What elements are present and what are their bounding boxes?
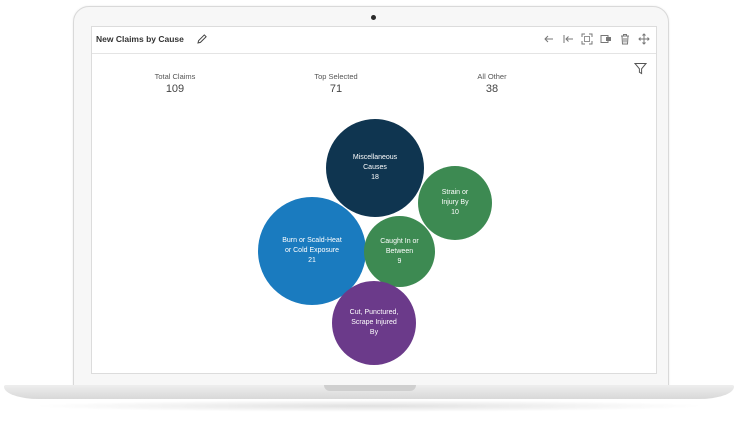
bubble-label-line: Causes [363, 164, 387, 171]
kpi-all-other: All Other 38 [447, 72, 537, 95]
move-icon[interactable] [638, 33, 650, 45]
bubble-value: 9 [397, 257, 402, 265]
bubble-label-line: Between [385, 247, 414, 255]
kpi-value: 109 [165, 83, 185, 95]
kpi-label: Total Claims [154, 72, 196, 81]
collapse-left-icon[interactable] [562, 33, 574, 45]
bubble-value: 18 [371, 174, 379, 181]
bubble-label-line: or Cold Exposure [284, 247, 340, 254]
bubble-label-line: Cut, Punctured, [349, 309, 399, 316]
laptop-notch [324, 385, 416, 391]
edit-pencil-icon[interactable] [196, 33, 208, 45]
bubble-label-line: Strain or [441, 189, 469, 196]
bubble-caught-in-or-between[interactable]: Caught In or Between 9 [364, 216, 435, 287]
expand-icon[interactable] [581, 33, 593, 45]
camera-dot [371, 15, 376, 20]
bubble-label-line: Caught In or [380, 237, 419, 245]
bubble-label-line: Scrape Injured [351, 319, 397, 326]
panel-title: New Claims by Cause [96, 34, 184, 44]
export-icon[interactable] [600, 33, 612, 45]
panel-toolbar [543, 33, 650, 47]
bubble-cut-punctured[interactable]: Cut, Punctured, Scrape Injured By [332, 281, 416, 365]
panel-header: New Claims by Cause [92, 27, 656, 54]
bubble-label-line: Burn or Scald-Heat [282, 237, 342, 244]
trash-icon[interactable] [619, 33, 631, 45]
bubble-value: 10 [451, 209, 459, 216]
bubble-value: 21 [308, 257, 316, 264]
bubble-miscellaneous-causes[interactable]: Miscellaneous Causes 18 [326, 119, 424, 217]
kpi-top-selected: Top Selected 71 [291, 72, 381, 95]
bubble-strain-or-injury-by[interactable]: Strain or Injury By 10 [418, 166, 492, 240]
kpi-value: 71 [329, 83, 343, 95]
kpi-label: Top Selected [314, 72, 358, 81]
kpi-value: 38 [485, 83, 499, 95]
kpi-total-claims: Total Claims 109 [130, 72, 220, 95]
bubble-label-line: Miscellaneous [352, 154, 398, 161]
kpi-label: All Other [477, 72, 507, 81]
bubble-label-line: Injury By [441, 199, 469, 206]
laptop-shadow [30, 400, 708, 412]
arrow-left-icon[interactable] [543, 33, 555, 45]
filter-icon[interactable] [634, 62, 647, 75]
bubble-label-line: By [369, 329, 379, 336]
dashboard-panel: New Claims by Cause Total Claims 109 Top… [91, 26, 657, 374]
